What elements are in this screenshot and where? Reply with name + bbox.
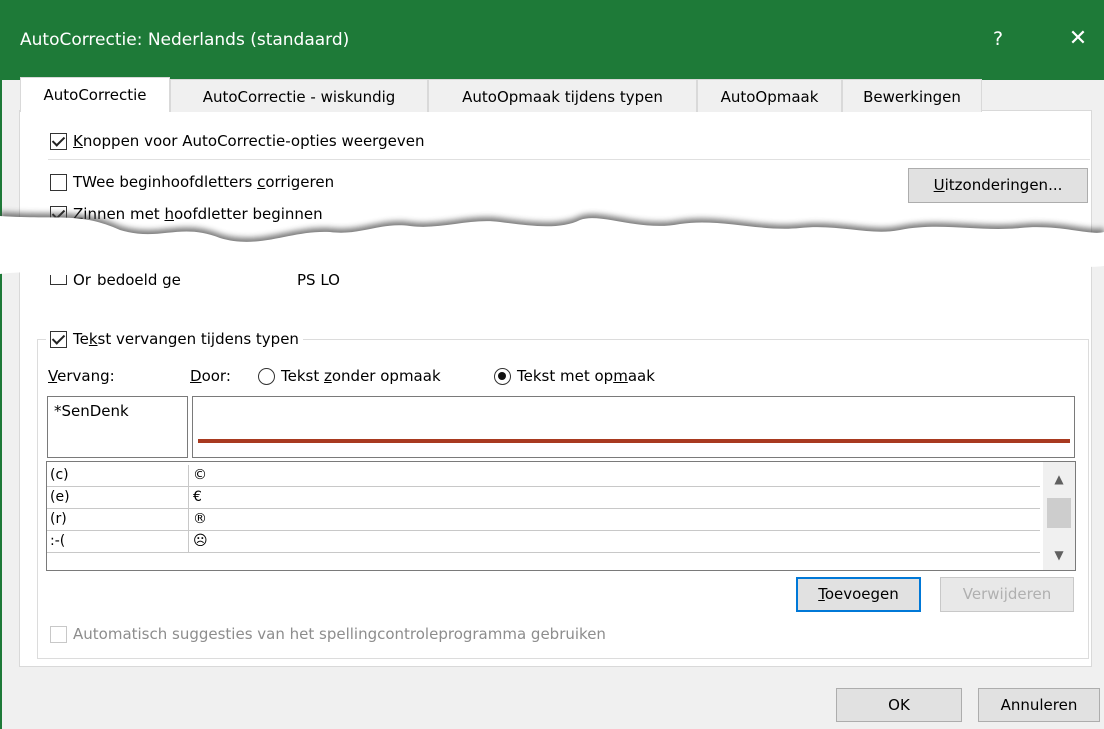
tab-autoopmaak-tijdens-typen[interactable]: AutoOpmaak tijdens typen [428,79,697,112]
show-buttons-checkbox[interactable] [50,132,67,150]
window-title: AutoCorrectie: Nederlands (standaard) [20,30,350,50]
tab-bewerkingen[interactable]: Bewerkingen [842,79,982,112]
list-item[interactable]: (r) ® [47,509,1040,531]
tab-autocorrectie[interactable]: AutoCorrectie [20,77,170,112]
plain-text-radio-option[interactable]: Tekst zonder opmaak [258,367,441,385]
auto-suggest-checkbox[interactable] [50,625,67,643]
delete-button[interactable]: Verwijderen [940,577,1074,612]
chevron-down-icon[interactable]: ▼ [1043,546,1075,564]
tab-autoopmaak[interactable]: AutoOpmaak [697,79,842,112]
scrollbar-thumb[interactable] [1047,498,1071,528]
with-input[interactable] [192,396,1075,458]
replace-input[interactable]: *SenDenk [47,396,188,458]
list-item[interactable]: (e) € [47,487,1040,509]
torn-paper-effect [0,212,1104,274]
with-label: Door: [190,367,231,385]
plain-text-radio[interactable] [258,367,275,385]
separator [48,159,1090,160]
formatted-text-radio-label: Tekst met opmaak [517,367,655,385]
window-border [0,80,2,729]
two-initial-caps-checkbox[interactable] [50,173,67,191]
add-button[interactable]: Toevoegen [796,577,921,612]
formatted-content-line [198,439,1070,443]
replace-while-typing-option[interactable]: Tekst vervangen tijdens typen [46,330,303,348]
help-button[interactable]: ? [978,18,1018,60]
two-initial-caps-label: TWee beginhoofdletters corrigeren [73,173,335,191]
chevron-up-icon[interactable]: ▲ [1043,470,1075,488]
two-initial-caps-option[interactable]: TWee beginhoofdletters corrigeren [50,173,334,191]
close-button[interactable]: ✕ [1056,18,1100,60]
tab-autocorrectie-wiskundig[interactable]: AutoCorrectie - wiskundig [170,79,428,112]
auto-suggest-option[interactable]: Automatisch suggesties van het spellingc… [50,625,606,643]
list-item[interactable]: (c) © [47,465,1040,487]
formatted-text-radio[interactable] [494,367,511,385]
list-scrollbar[interactable]: ▲ ▼ [1043,462,1075,570]
plain-text-radio-label: Tekst zonder opmaak [281,367,441,385]
ok-button[interactable]: OK [836,688,962,722]
cancel-button[interactable]: Annuleren [978,688,1100,722]
replace-while-typing-label: Tekst vervangen tijdens typen [73,330,299,348]
replace-label: Vervang: [48,367,115,385]
autocorrect-entries-list[interactable]: (c) © (e) € (r) ® :-( ☹ ▲ ▼ [46,461,1076,571]
show-autocorrect-buttons-option[interactable]: Knoppen voor AutoCorrectie-opties weerge… [50,132,424,150]
list-item[interactable]: :-( ☹ [47,531,1040,553]
formatted-text-radio-option[interactable]: Tekst met opmaak [494,367,655,385]
show-buttons-label: Knoppen voor AutoCorrectie-opties weerge… [73,132,425,150]
auto-suggest-label: Automatisch suggesties van het spellingc… [73,625,606,643]
replace-while-typing-checkbox[interactable] [50,330,67,348]
